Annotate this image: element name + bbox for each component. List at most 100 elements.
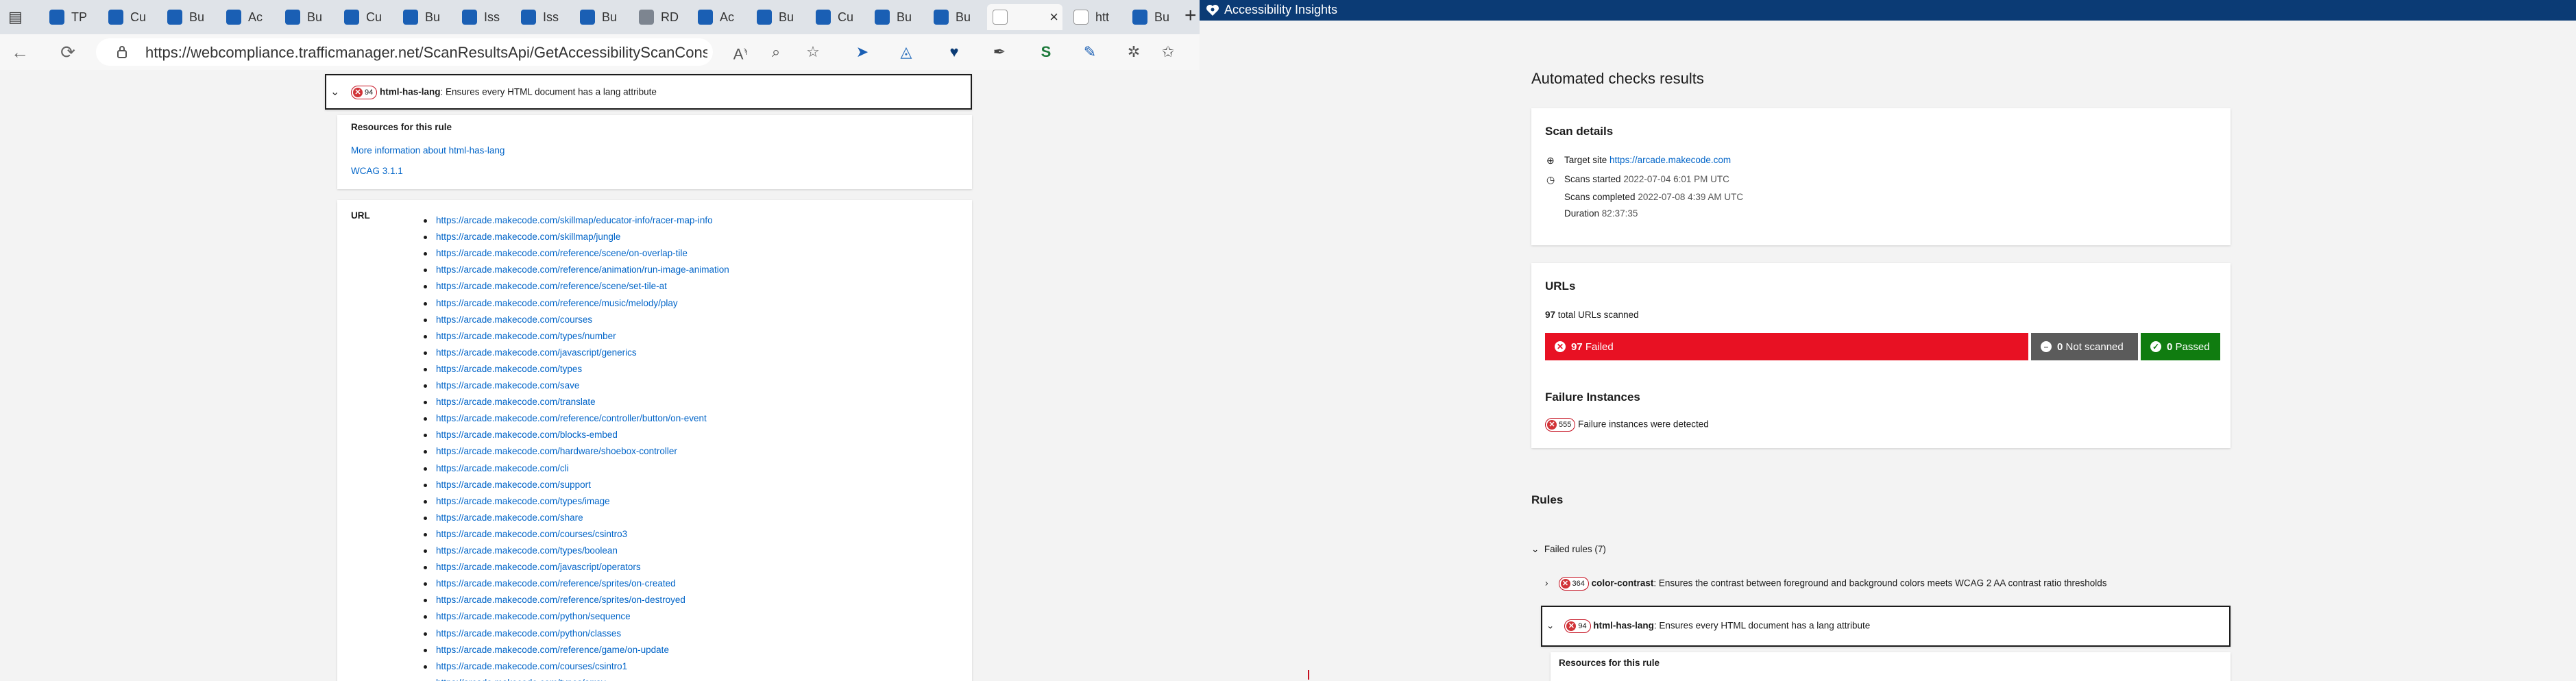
back-button[interactable]: ← xyxy=(10,42,30,62)
list-bullet xyxy=(424,632,427,636)
browser-tab[interactable]: Ac xyxy=(221,4,274,30)
close-tab-icon[interactable]: × xyxy=(1049,8,1058,26)
extensions-puzzle-icon[interactable]: ✲ xyxy=(1124,42,1143,62)
tab-favicon-icon xyxy=(639,10,654,25)
failed-url-link[interactable]: https://arcade.makecode.com/reference/ga… xyxy=(436,645,669,655)
tab-favicon-icon xyxy=(344,10,359,25)
extension-arrow-icon[interactable]: ➤ xyxy=(853,42,872,62)
tab-favicon-icon xyxy=(580,10,595,25)
failed-url-link[interactable]: https://arcade.makecode.com/reference/sc… xyxy=(436,281,667,291)
sidebar-icon: ▤ xyxy=(8,8,23,25)
resources-card: Resources for this rule More information… xyxy=(337,115,972,189)
list-bullet xyxy=(424,351,427,355)
extension-s-icon[interactable]: S xyxy=(1036,42,1056,62)
browser-tab[interactable]: Bu xyxy=(398,4,451,30)
failed-url-link[interactable]: https://arcade.makecode.com/reference/sp… xyxy=(436,595,685,605)
browser-tab[interactable]: RD xyxy=(633,4,687,30)
tab-label: Iss xyxy=(484,10,500,24)
tab-strip: ▤ TP Cu Bu Ac Bu Cu Bu Iss Iss Bu RD Ac Bu Cu Bu Bu × htt B… xyxy=(0,0,1200,35)
address-bar[interactable]: https://webcompliance.trafficmanager.net… xyxy=(96,38,713,66)
list-bullet xyxy=(424,301,427,306)
failed-url-link[interactable]: https://arcade.makecode.com/hardware/sho… xyxy=(436,446,677,456)
rule-header-html-has-lang[interactable]: ⌄ ✕ 94 html-has-lang: Ensures every HTML … xyxy=(325,74,972,110)
failed-url-link[interactable]: https://arcade.makecode.com/types/number xyxy=(436,331,616,341)
browser-tab[interactable]: Ac xyxy=(692,4,746,30)
extension-pen-icon[interactable]: ✒ xyxy=(990,42,1009,62)
read-aloud-icon[interactable]: Aϡ xyxy=(731,42,750,62)
browser-tab[interactable]: Bu xyxy=(869,4,923,30)
browser-tab[interactable]: Iss xyxy=(515,4,569,30)
passed-urls-bar[interactable]: ✓ 0 Passed xyxy=(2141,333,2220,360)
tab-favicon-icon xyxy=(49,10,64,25)
rule-id: html-has-lang xyxy=(380,86,441,97)
failed-url-link[interactable]: https://arcade.makecode.com/cli xyxy=(436,463,569,473)
favorites-icon[interactable]: ✩ xyxy=(1158,42,1178,62)
extension-triangle-icon[interactable]: ◬ xyxy=(897,42,916,62)
not-scanned-urls-bar[interactable]: – 0 Not scanned xyxy=(2031,333,2138,360)
rule-row-color-contrast[interactable]: › ✕ 364 color-contrast: Ensures the contr… xyxy=(1545,577,2107,591)
failed-url-link[interactable]: https://arcade.makecode.com/reference/an… xyxy=(436,264,729,275)
browser-tab[interactable]: htt xyxy=(1068,4,1121,30)
failed-url-link[interactable]: https://arcade.makecode.com/javascript/o… xyxy=(436,562,641,572)
failed-url-link[interactable]: https://arcade.makecode.com/courses/csin… xyxy=(436,661,627,671)
refresh-button[interactable]: ⟳ xyxy=(58,42,78,62)
rules-title: Rules xyxy=(1531,493,1564,506)
failed-url-link[interactable]: https://arcade.makecode.com/courses xyxy=(436,314,592,325)
failed-url-link[interactable]: https://arcade.makecode.com/types xyxy=(436,364,582,374)
failed-url-link[interactable]: https://arcade.makecode.com/python/seque… xyxy=(436,611,631,621)
browser-tab[interactable]: Bu xyxy=(928,4,982,30)
failed-url-link[interactable]: https://arcade.makecode.com/skillmap/jun… xyxy=(436,232,620,242)
rule-row-html-has-lang[interactable]: ⌄ ✕ 94 html-has-lang: Ensures every HTML … xyxy=(1541,606,2231,647)
tab-label: Cu xyxy=(130,10,147,24)
extension-feather-icon[interactable]: ✎ xyxy=(1080,42,1099,62)
failed-url-link[interactable]: https://arcade.makecode.com/types/image xyxy=(436,496,610,506)
list-bullet xyxy=(424,483,427,487)
failed-url-link[interactable]: https://arcade.makecode.com/reference/mu… xyxy=(436,298,678,308)
failed-rules-toggle[interactable]: ⌄ Failed rules (7) xyxy=(1531,544,1606,555)
browser-tab[interactable]: TP xyxy=(44,4,97,30)
tab-label: Cu xyxy=(838,10,854,24)
target-site-link[interactable]: https://arcade.makecode.com xyxy=(1609,155,1731,165)
error-icon: ✕ xyxy=(1547,420,1557,430)
failed-url-link[interactable]: https://arcade.makecode.com/types/boolea… xyxy=(436,545,618,556)
failed-url-link[interactable]: https://arcade.makecode.com/types/array xyxy=(436,678,606,681)
failed-url-link[interactable]: https://arcade.makecode.com/courses/csin… xyxy=(436,529,627,539)
failed-url-link[interactable]: https://arcade.makecode.com/blocks-embed xyxy=(436,430,618,440)
favorites-add-icon[interactable]: ☆ xyxy=(803,42,823,62)
failed-url-link[interactable]: https://arcade.makecode.com/javascript/g… xyxy=(436,347,637,358)
failed-url-link[interactable]: https://arcade.makecode.com/share xyxy=(436,512,583,523)
chevron-down-icon: ⌄ xyxy=(330,86,340,98)
failed-url-link[interactable]: https://arcade.makecode.com/reference/co… xyxy=(436,413,707,423)
browser-tab[interactable]: Cu xyxy=(103,4,156,30)
browser-tab[interactable]: × xyxy=(987,4,1062,30)
failed-url-link[interactable]: https://arcade.makecode.com/reference/sc… xyxy=(436,248,688,258)
failure-instances-badge: ✕ 555 xyxy=(1545,418,1576,432)
failed-url-link[interactable]: https://arcade.makecode.com/reference/sp… xyxy=(436,578,676,589)
wcag-link[interactable]: WCAG 3.1.1 xyxy=(351,166,403,176)
new-tab-button[interactable]: + xyxy=(1184,4,1197,27)
accessibility-insights-icon[interactable]: ♥ xyxy=(945,42,964,62)
failed-url-link[interactable]: https://arcade.makecode.com/translate xyxy=(436,397,596,407)
browser-tab[interactable]: Cu xyxy=(339,4,392,30)
failed-url-link[interactable]: https://arcade.makecode.com/python/class… xyxy=(436,628,621,639)
text-cursor xyxy=(1308,670,1309,680)
browser-tab[interactable]: Iss xyxy=(457,4,510,30)
failed-url-link[interactable]: https://arcade.makecode.com/save xyxy=(436,380,579,391)
browser-tab[interactable]: Bu xyxy=(280,4,333,30)
failed-url-link[interactable]: https://arcade.makecode.com/support xyxy=(436,480,591,490)
tab-label: Ac xyxy=(720,10,735,24)
browser-tab[interactable]: Bu xyxy=(751,4,805,30)
browser-tab[interactable]: Bu xyxy=(1127,4,1172,30)
tab-favicon-icon xyxy=(285,10,300,25)
failed-url-link[interactable]: https://arcade.makecode.com/skillmap/edu… xyxy=(436,215,713,225)
rule-info-link[interactable]: More information about html-has-lang xyxy=(351,145,505,156)
browser-tab[interactable]: Bu xyxy=(574,4,628,30)
zoom-icon[interactable]: ⌕ xyxy=(766,42,786,62)
sidebar-toggle-button[interactable]: ▤ xyxy=(3,4,30,30)
browser-tab[interactable]: Bu xyxy=(162,4,215,30)
browser-tab[interactable]: Cu xyxy=(810,4,864,30)
failed-urls-bar[interactable]: ✕ 97 Failed xyxy=(1545,333,2028,360)
list-bullet xyxy=(424,384,427,388)
list-bullet xyxy=(424,516,427,520)
list-bullet xyxy=(424,367,427,371)
